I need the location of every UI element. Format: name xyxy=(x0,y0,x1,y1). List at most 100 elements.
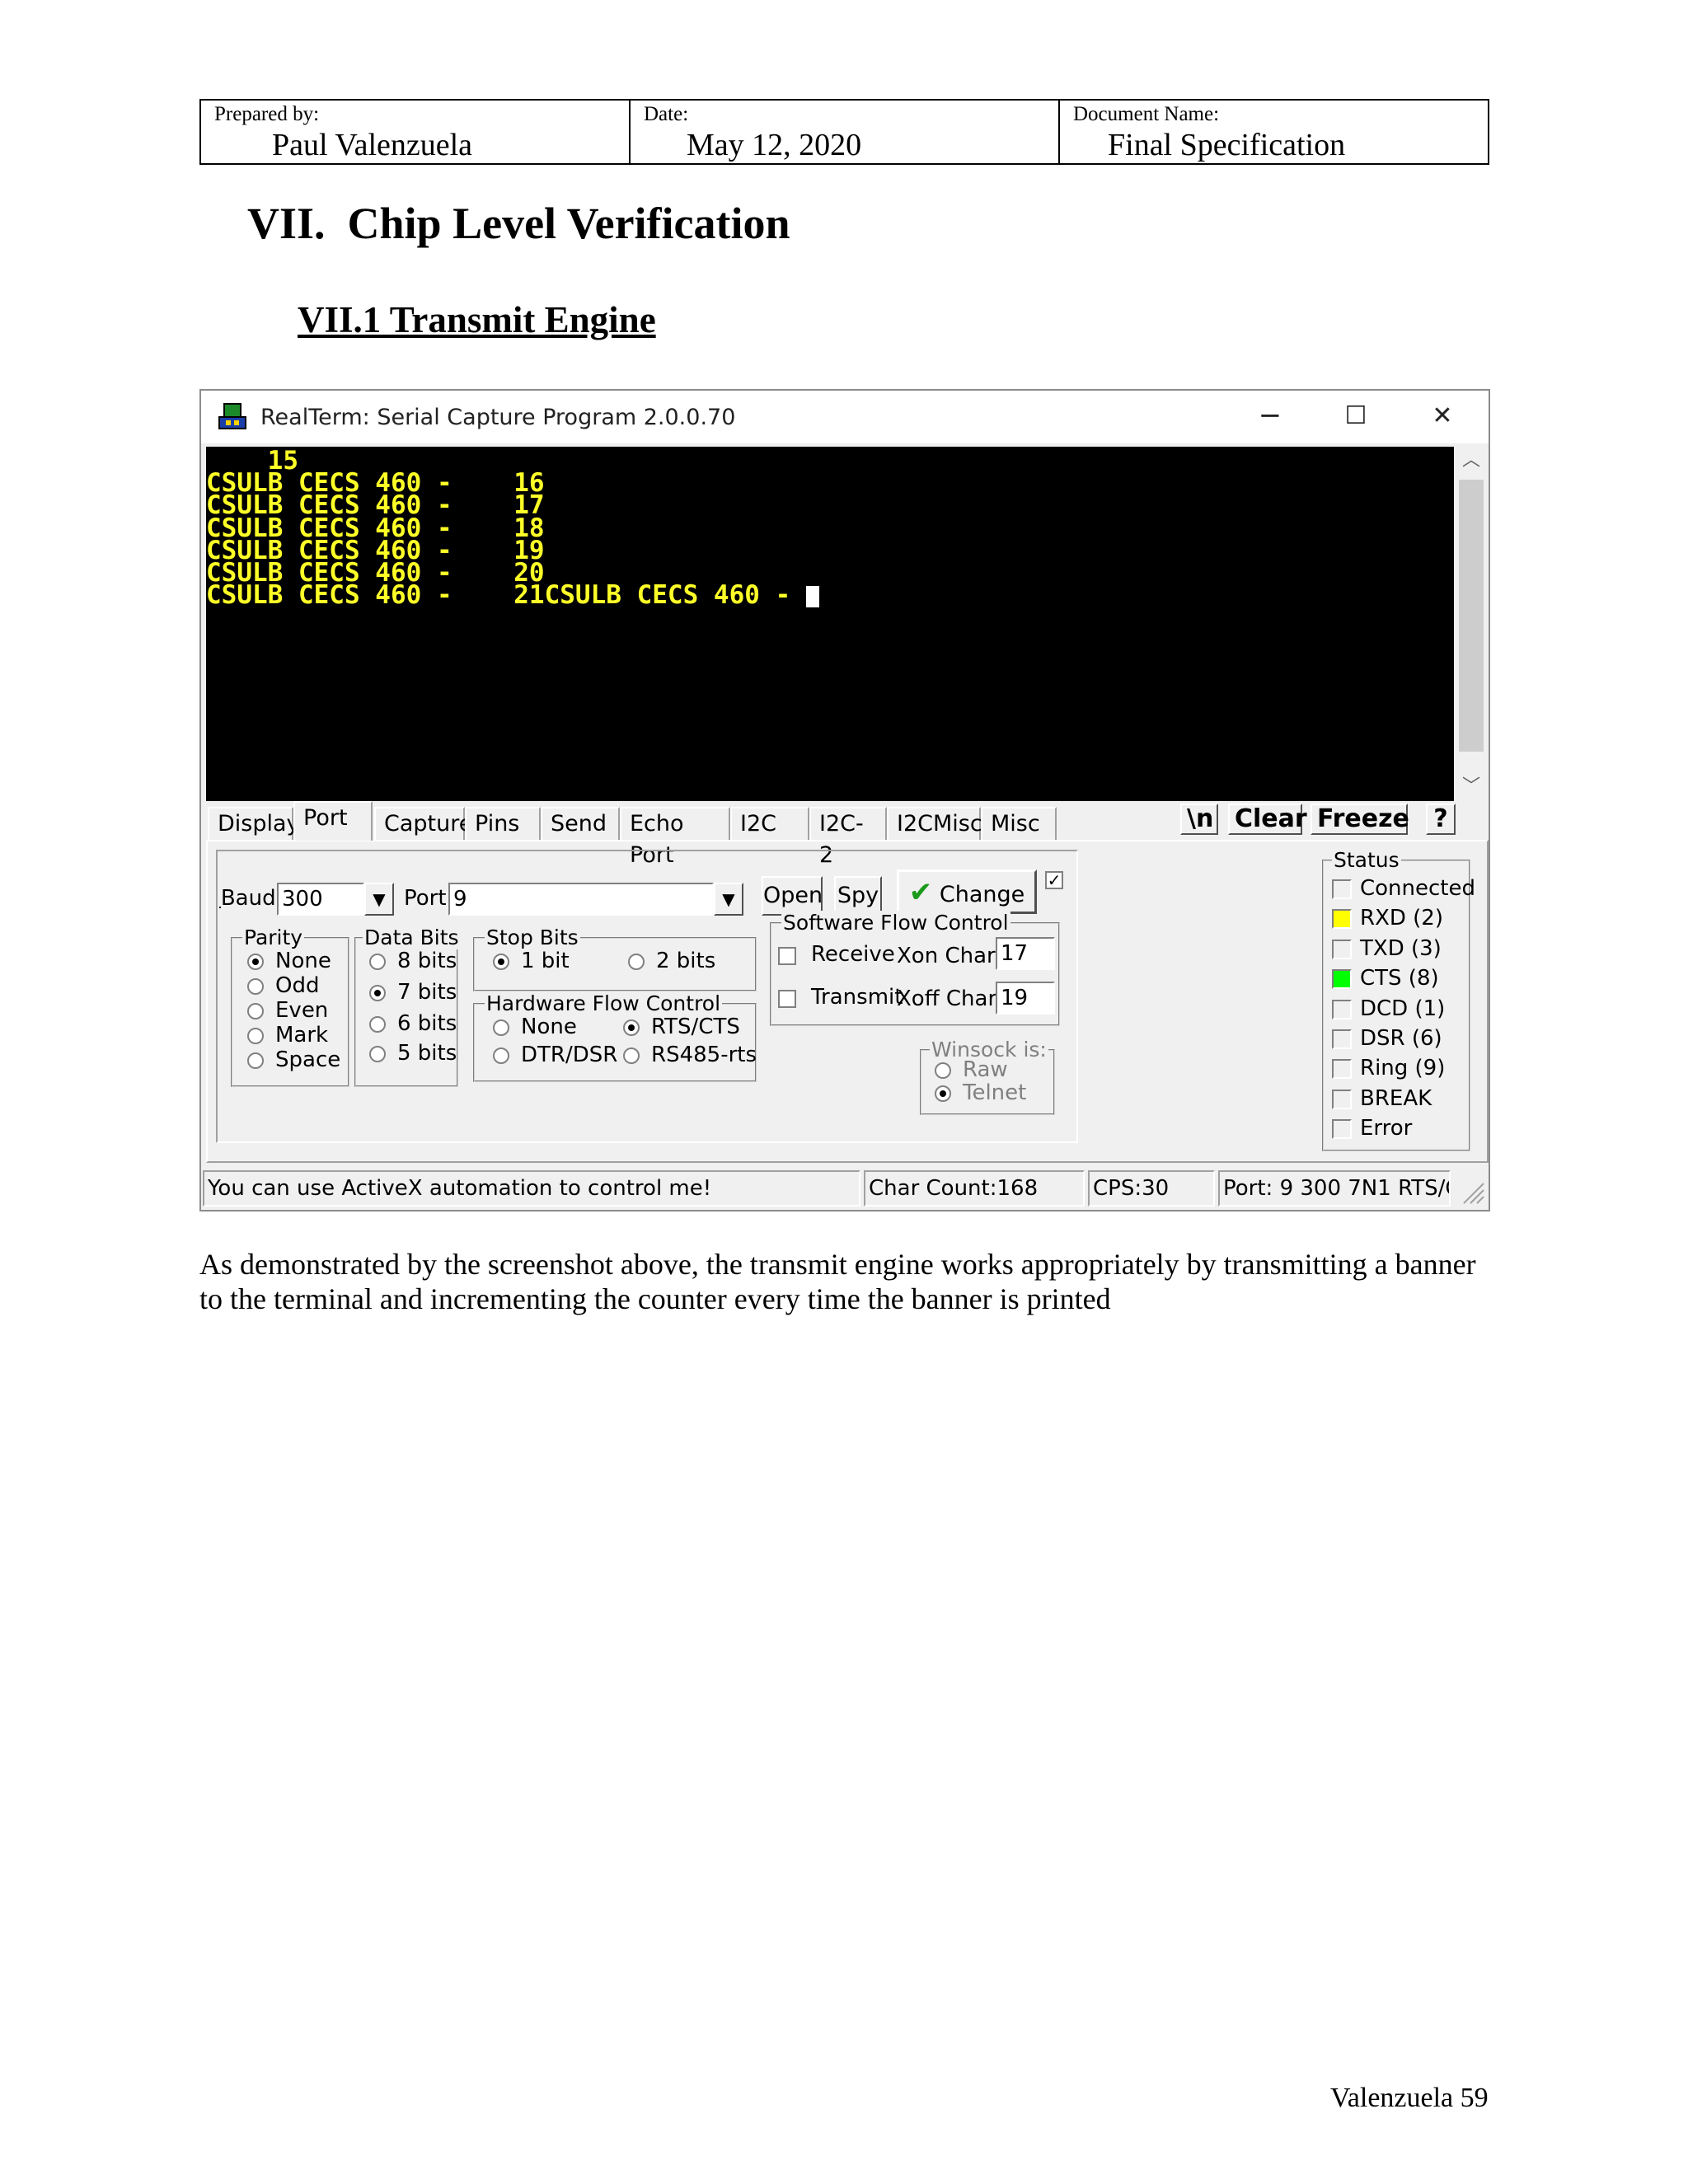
checkmark-icon: ✔ xyxy=(908,876,933,909)
parity-mark-radio[interactable] xyxy=(247,1028,264,1044)
tab-echo-port[interactable]: Echo Port xyxy=(620,807,730,868)
hw-flow-rtscts-radio[interactable] xyxy=(623,1019,640,1036)
parity-even-radio[interactable] xyxy=(247,1003,264,1019)
tab-misc[interactable]: Misc xyxy=(981,807,1057,840)
spy-button[interactable]: Spy xyxy=(834,876,882,916)
open-button[interactable]: Open xyxy=(762,876,823,916)
xon-value: 17 xyxy=(1001,941,1029,966)
parity-title: Parity xyxy=(242,926,305,949)
change-button[interactable]: ✔ Change xyxy=(897,869,1037,914)
data-bits-title: Data Bits xyxy=(363,926,461,949)
hw-flow-rs485-radio[interactable] xyxy=(623,1047,640,1064)
receive-label: Receive xyxy=(811,942,895,967)
statusbar: You can use ActiveX automation to contro… xyxy=(201,1165,1489,1210)
xoff-char-input[interactable]: 19 xyxy=(996,982,1055,1015)
data-bits-6-label: 6 bits xyxy=(397,1011,457,1036)
baud-value: 300 xyxy=(282,887,323,912)
scroll-down-icon[interactable]: ﹀ xyxy=(1456,775,1487,799)
maximize-button[interactable]: ☐ xyxy=(1331,397,1381,435)
hardware-flow-title: Hardware Flow Control xyxy=(485,991,723,1015)
transmit-checkbox[interactable] xyxy=(778,990,796,1008)
status-item: TXD (3) xyxy=(1332,936,1472,963)
data-bits-7-radio[interactable] xyxy=(369,985,386,1001)
scroll-up-icon[interactable]: ︿ xyxy=(1456,448,1487,473)
baud-select[interactable]: 300 xyxy=(277,883,364,916)
tab-i2cmisc[interactable]: I2CMisc xyxy=(887,807,982,840)
baud-label: BBaud xyxy=(219,886,276,911)
status-item-label: CTS (8) xyxy=(1360,966,1439,991)
clear-button[interactable]: Clear xyxy=(1228,804,1307,835)
hw-flow-none-label: None xyxy=(521,1015,577,1039)
terminal-scrollbar[interactable]: ︿ ﹀ xyxy=(1456,447,1487,801)
status-item-label: TXD (3) xyxy=(1360,935,1442,961)
statusbar-cps: CPS:30 xyxy=(1088,1170,1215,1207)
page-number: Valenzuela 59 xyxy=(1330,2083,1489,2113)
parity-none-label: None xyxy=(275,949,331,973)
help-button[interactable]: ? xyxy=(1426,804,1456,835)
window-title: RealTerm: Serial Capture Program 2.0.0.7… xyxy=(260,405,736,430)
subsection-title: VII.1 Transmit Engine xyxy=(298,299,656,340)
parity-none-radio[interactable] xyxy=(247,954,264,970)
chevron-down-icon[interactable]: ▼ xyxy=(714,883,743,916)
window-titlebar[interactable]: RealTerm: Serial Capture Program 2.0.0.7… xyxy=(201,391,1489,443)
xon-char-input[interactable]: 17 xyxy=(996,937,1055,970)
change-button-label: Change xyxy=(939,882,1025,907)
status-title: Status xyxy=(1332,848,1401,872)
status-item-label: BREAK xyxy=(1360,1085,1432,1111)
status-item-label: Ring (9) xyxy=(1360,1056,1446,1081)
status-item: Error xyxy=(1332,1116,1472,1142)
tab-capture[interactable]: Capture xyxy=(374,807,472,840)
status-indicator xyxy=(1332,879,1352,899)
status-item-label: Error xyxy=(1360,1116,1413,1141)
prepared-by-value: Paul Valenzuela xyxy=(272,128,473,162)
tab-i2c-2[interactable]: I2C-2 xyxy=(809,807,887,868)
newline-button[interactable]: \n xyxy=(1180,804,1218,835)
document-name-cell: Document Name: Final Specification xyxy=(1060,101,1488,163)
data-bits-5-radio[interactable] xyxy=(369,1046,386,1062)
hw-flow-rtscts-label: RTS/CTS xyxy=(651,1015,740,1039)
terminal-display[interactable]: 15 CSULB CECS 460 - 16 CSULB CECS 460 - 17… xyxy=(206,447,1454,801)
status-item-label: DSR (6) xyxy=(1360,1026,1442,1051)
stop-bits-1-radio[interactable] xyxy=(493,954,509,970)
xon-label: Xon Char: xyxy=(897,944,1003,968)
hw-flow-none-radio[interactable] xyxy=(493,1019,509,1036)
status-item: Connected xyxy=(1332,876,1475,902)
parity-even-label: Even xyxy=(275,998,329,1023)
stop-bits-2-radio[interactable] xyxy=(628,954,645,970)
hw-flow-dtrdsr-radio[interactable] xyxy=(493,1047,509,1064)
change-checkbox[interactable]: ✓ xyxy=(1045,871,1063,889)
data-bits-8-radio[interactable] xyxy=(369,954,386,970)
resize-grip-icon[interactable] xyxy=(1459,1179,1485,1205)
winsock-telnet-radio[interactable] xyxy=(935,1085,951,1102)
port-label: Port xyxy=(404,886,447,911)
chevron-down-icon[interactable]: ▼ xyxy=(364,883,394,916)
stop-bits-2-label: 2 bits xyxy=(656,949,716,973)
document-header-table: Prepared by: Paul Valenzuela Date: May 1… xyxy=(199,99,1489,165)
port-select[interactable]: 9 xyxy=(448,883,714,916)
receive-checkbox[interactable] xyxy=(778,947,796,965)
scrollbar-thumb[interactable] xyxy=(1459,480,1484,752)
data-bits-8-label: 8 bits xyxy=(397,949,457,973)
document-name-label: Document Name: xyxy=(1073,103,1220,125)
parity-odd-label: Odd xyxy=(275,973,320,998)
tab-port[interactable]: Port xyxy=(293,801,373,841)
freeze-button[interactable]: Freeze xyxy=(1311,804,1409,835)
status-indicator xyxy=(1332,969,1352,990)
minimize-button[interactable]: ─ xyxy=(1245,397,1295,435)
winsock-raw-radio[interactable] xyxy=(935,1062,951,1079)
port-value: 9 xyxy=(453,887,467,912)
port-settings-area: BBaud 300 ▼ Port 9 ▼ Open Spy ✔ Change ✓… xyxy=(216,850,1078,1143)
prepared-by-label: Prepared by: xyxy=(214,103,320,125)
status-item: RXD (2) xyxy=(1332,906,1472,932)
close-button[interactable]: ✕ xyxy=(1418,397,1467,435)
tab-pins[interactable]: Pins xyxy=(465,807,541,840)
tab-display[interactable]: Display xyxy=(208,807,300,840)
status-item-label: DCD (1) xyxy=(1360,996,1446,1021)
parity-space-radio[interactable] xyxy=(247,1052,264,1069)
tab-send[interactable]: Send xyxy=(541,807,620,840)
status-indicator xyxy=(1332,1059,1352,1080)
parity-odd-radio[interactable] xyxy=(247,978,264,995)
date-value: May 12, 2020 xyxy=(687,128,862,162)
tab-i2c[interactable]: I2C xyxy=(730,807,809,840)
data-bits-6-radio[interactable] xyxy=(369,1016,386,1033)
